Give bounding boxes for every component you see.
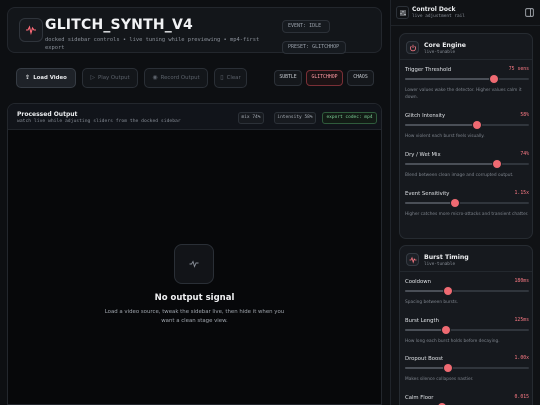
glitch-intensity-label: Glitch Intensity xyxy=(405,113,446,119)
dropout-boost-value: 1.00x xyxy=(514,356,529,361)
dock-header: Control Dock live adjustment rail xyxy=(391,0,540,26)
load-video-label: Load Video xyxy=(33,75,67,81)
slider-thumb[interactable] xyxy=(444,287,453,295)
dropout-boost-slider[interactable] xyxy=(405,364,529,372)
core-engine-subtitle: live-tunable xyxy=(424,50,456,55)
cooldown-value: 180ms xyxy=(514,279,529,284)
dock-subtitle: live adjustment rail xyxy=(412,14,465,19)
load-video-button[interactable]: ⇪ Load Video xyxy=(16,68,76,88)
app-subtitle: docked sidebar controls • live tuning wh… xyxy=(45,37,260,51)
trash-icon: ▯ xyxy=(220,74,224,81)
empty-state-title: No output signal xyxy=(154,293,235,303)
burst-length-value: 125ms xyxy=(514,318,529,323)
app-title: GLITCH_SYNTH_V4 xyxy=(45,17,193,33)
waveform-logo-icon xyxy=(19,18,43,42)
cooldown-label: Cooldown xyxy=(405,279,431,285)
calm-floor-label: Calm Floor xyxy=(405,395,434,401)
output-title: Processed Output xyxy=(17,111,78,118)
slider-thumb[interactable] xyxy=(441,326,450,334)
upload-icon: ⇪ xyxy=(25,74,31,81)
trigger-threshold-value: 75 sens xyxy=(508,67,529,72)
output-panel: Processed Output watch live while adjust… xyxy=(7,103,382,405)
play-icon: ▷ xyxy=(90,74,95,81)
glitch-intensity-help: How violent each burst feels visually. xyxy=(405,134,485,139)
divider xyxy=(400,59,532,60)
toolbar: ⇪ Load Video ▷ Play Output ◉ Record Output … xyxy=(7,60,382,96)
output-subtitle: watch live while adjusting sliders from … xyxy=(17,119,181,124)
slider-thumb[interactable] xyxy=(490,75,499,83)
slider-thumb[interactable] xyxy=(472,121,481,129)
record-output-button[interactable]: ◉ Record Output xyxy=(144,68,208,88)
sliders-icon xyxy=(396,6,409,19)
power-icon xyxy=(406,41,419,54)
main-area: GLITCH_SYNTH_V4 docked sidebar controls … xyxy=(0,0,390,405)
trigger-threshold-slider[interactable] xyxy=(405,75,529,83)
app-header: GLITCH_SYNTH_V4 docked sidebar controls … xyxy=(7,7,382,54)
core-engine-title: Core Engine xyxy=(424,42,466,49)
trigger-threshold-label: Trigger Threshold xyxy=(405,67,452,73)
burst-timing-card: Burst Timing live-tunable Cooldown 180ms… xyxy=(399,245,533,405)
slider-thumb[interactable] xyxy=(450,199,459,207)
dock-title: Control Dock xyxy=(412,6,456,13)
event-sensitivity-value: 1.15x xyxy=(514,191,529,196)
glitch-intensity-slider[interactable] xyxy=(405,121,529,129)
event-sensitivity-help: Higher catches more micro-attacks and tr… xyxy=(405,212,529,217)
calm-floor-value: 0.015 xyxy=(514,395,529,400)
pulse-icon xyxy=(406,253,419,266)
dry-wet-mix-slider[interactable] xyxy=(405,160,529,168)
output-header: Processed Output watch live while adjust… xyxy=(8,104,381,130)
record-icon: ◉ xyxy=(152,74,158,81)
divider xyxy=(400,271,532,272)
cooldown-slider[interactable] xyxy=(405,287,529,295)
dry-wet-mix-help: Blend between clean image and corrupted … xyxy=(405,173,514,178)
intensity-chip: intensity 58% xyxy=(274,112,316,124)
burst-length-help: How long each burst holds before decayin… xyxy=(405,339,500,344)
no-signal-icon xyxy=(174,244,214,284)
burst-timing-subtitle: live-tunable xyxy=(424,262,456,267)
event-sensitivity-label: Event Sensitivity xyxy=(405,191,450,197)
empty-state-message: Load a video source, tweak the sidebar l… xyxy=(104,309,285,324)
glitch-intensity-value: 58% xyxy=(520,113,529,118)
control-dock: Control Dock live adjustment rail Core E… xyxy=(390,0,540,405)
core-engine-card: Core Engine live-tunable Trigger Thresho… xyxy=(399,33,533,239)
mix-chip: mix 74% xyxy=(238,112,264,124)
slider-thumb[interactable] xyxy=(444,364,453,372)
export-codec-chip: export codec: mp4 xyxy=(322,112,377,124)
play-output-button[interactable]: ▷ Play Output xyxy=(82,68,138,88)
event-sensitivity-slider[interactable] xyxy=(405,199,529,207)
cooldown-help: Spacing between bursts. xyxy=(405,300,459,305)
preset-chaos-button[interactable]: CHAOS xyxy=(347,70,374,86)
slider-thumb[interactable] xyxy=(492,160,501,168)
trigger-threshold-help: Lower values wake the detector. Higher v… xyxy=(405,88,522,100)
burst-length-slider[interactable] xyxy=(405,326,529,334)
burst-timing-title: Burst Timing xyxy=(424,254,469,261)
dropout-boost-label: Dropout Boost xyxy=(405,356,444,362)
dry-wet-mix-value: 74% xyxy=(520,152,529,157)
burst-length-label: Burst Length xyxy=(405,318,439,324)
preset-subtle-button[interactable]: SUBTLE xyxy=(274,70,302,86)
record-output-label: Record Output xyxy=(160,75,200,81)
event-status-chip: EVENT: IDLE xyxy=(282,20,330,33)
clear-button[interactable]: ▯ Clear xyxy=(214,68,247,88)
clear-label: Clear xyxy=(226,75,241,81)
preset-status-chip: PRESET: GLITCHHOP xyxy=(282,41,346,54)
collapse-sidebar-icon[interactable] xyxy=(524,7,535,18)
dropout-boost-help: Makes silence collapses nastier. xyxy=(405,377,474,382)
play-output-label: Play Output xyxy=(97,75,130,81)
dry-wet-mix-label: Dry / Wet Mix xyxy=(405,152,441,158)
preset-glitchhop-button[interactable]: GLITCHHOP xyxy=(306,70,343,86)
